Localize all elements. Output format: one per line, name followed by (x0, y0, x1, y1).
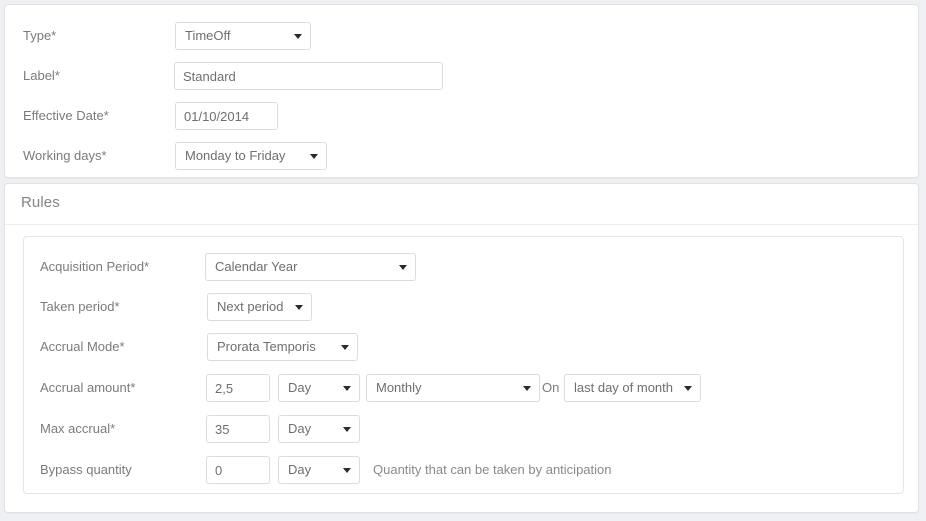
bypass-quantity-hint: Quantity that can be taken by anticipati… (373, 462, 612, 477)
accrual-amount-unit-value: Day (288, 380, 312, 395)
chevron-down-icon (310, 154, 318, 159)
form-row-bypass-quantity: Bypass quantity Day Quantity that can be… (40, 456, 640, 484)
accrual-mode-label: Accrual Mode* (40, 339, 125, 354)
effective-date-input[interactable] (175, 102, 278, 130)
type-select[interactable]: TimeOff (175, 22, 311, 50)
page-root: Type* TimeOff Label* Effective Date* Wor… (0, 0, 926, 521)
type-label: Type* (23, 28, 57, 43)
max-accrual-unit-select[interactable]: Day (278, 415, 360, 443)
taken-period-select[interactable]: Next period (207, 293, 312, 321)
taken-period-label: Taken period* (40, 299, 120, 314)
max-accrual-label: Max accrual* (40, 421, 116, 436)
form-row-type: Type* TimeOff (23, 22, 313, 50)
chevron-down-icon (343, 468, 351, 473)
max-accrual-input[interactable] (206, 415, 270, 443)
accrual-on-label: On (542, 380, 560, 395)
bypass-quantity-unit-value: Day (288, 462, 312, 477)
rules-panel: Rules Acquisition Period* Calendar Year … (4, 183, 919, 513)
type-select-value: TimeOff (185, 28, 231, 43)
rules-panel-heading: Rules (5, 184, 918, 225)
rules-panel-title: Rules (21, 194, 60, 211)
bypass-quantity-input[interactable] (206, 456, 270, 484)
bypass-quantity-unit-select[interactable]: Day (278, 456, 360, 484)
form-row-accrual-mode: Accrual Mode* Prorata Temporis (40, 333, 380, 361)
label-label: Label* (23, 68, 60, 83)
working-days-select[interactable]: Monday to Friday (175, 142, 327, 170)
form-row-max-accrual: Max accrual* Day (40, 415, 380, 443)
form-row-accrual-amount: Accrual amount* Day Monthly On last day … (40, 374, 720, 402)
accrual-frequency-value: Monthly (376, 380, 422, 395)
accrual-mode-select-value: Prorata Temporis (217, 339, 316, 354)
chevron-down-icon (341, 345, 349, 350)
general-settings-panel: Type* TimeOff Label* Effective Date* Wor… (4, 4, 919, 178)
label-input[interactable] (174, 62, 443, 90)
accrual-on-select[interactable]: last day of month (564, 374, 701, 402)
accrual-frequency-select[interactable]: Monthly (366, 374, 540, 402)
acquisition-period-select[interactable]: Calendar Year (205, 253, 416, 281)
form-row-taken-period: Taken period* Next period (40, 293, 330, 321)
form-row-working-days: Working days* Monday to Friday (23, 142, 333, 170)
rules-inner-box: Acquisition Period* Calendar Year Taken … (23, 236, 904, 494)
accrual-amount-unit-select[interactable]: Day (278, 374, 360, 402)
chevron-down-icon (343, 386, 351, 391)
accrual-amount-input[interactable] (206, 374, 270, 402)
chevron-down-icon (523, 386, 531, 391)
chevron-down-icon (684, 386, 692, 391)
form-row-acquisition-period: Acquisition Period* Calendar Year (40, 253, 420, 281)
effective-date-label: Effective Date* (23, 108, 109, 123)
accrual-on-value: last day of month (574, 380, 673, 395)
chevron-down-icon (294, 34, 302, 39)
max-accrual-unit-value: Day (288, 421, 312, 436)
working-days-label: Working days* (23, 148, 107, 163)
form-row-effective-date: Effective Date* (23, 102, 283, 130)
working-days-select-value: Monday to Friday (185, 148, 286, 163)
chevron-down-icon (343, 427, 351, 432)
acquisition-period-label: Acquisition Period* (40, 259, 150, 274)
form-row-label: Label* (23, 62, 443, 90)
bypass-quantity-label: Bypass quantity (40, 462, 132, 477)
chevron-down-icon (399, 265, 407, 270)
acquisition-period-select-value: Calendar Year (215, 259, 298, 274)
chevron-down-icon (295, 305, 303, 310)
accrual-mode-select[interactable]: Prorata Temporis (207, 333, 358, 361)
taken-period-select-value: Next period (217, 299, 284, 314)
accrual-amount-label: Accrual amount* (40, 380, 136, 395)
